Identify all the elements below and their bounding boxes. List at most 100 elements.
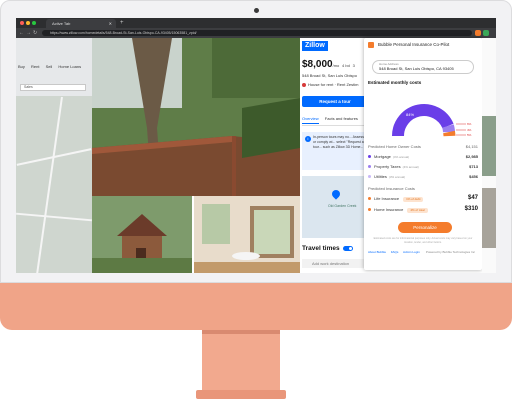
mortgage-amount: $2,985 (465, 154, 478, 159)
stand-shadow (202, 330, 280, 334)
life-label: Life Insurance (374, 196, 400, 201)
nav-sell[interactable]: Sell (46, 64, 53, 69)
travel-times-heading: Travel times (302, 245, 353, 252)
map-place-label: Old Garden Creek (328, 204, 357, 208)
life-amount: $47 (467, 195, 478, 201)
home-address-field[interactable]: Home Address 548 Broad St, San Luis Obis… (372, 60, 474, 74)
utilities-row: Utilities (3% annual) $456 (368, 174, 478, 181)
profile-avatar-icon[interactable] (483, 30, 489, 36)
house-photo-art (92, 196, 192, 273)
back-icon[interactable]: ← (19, 29, 24, 37)
popup-header: Bubble Personal Insurance Co-Pilot (368, 42, 449, 48)
cost-donut-chart: 84% 6% 4% 5% (392, 104, 472, 137)
home-amount: $310 (464, 206, 478, 212)
bubble-logo-icon (368, 42, 374, 48)
mortgage-bullet-icon (368, 155, 371, 159)
beds-count: 4 bd (342, 63, 350, 68)
url-input[interactable]: https://www.zillow.com/homedetails/548-B… (42, 30, 472, 36)
travel-times-toggle[interactable] (342, 245, 353, 251)
personalize-button[interactable]: Personalize (398, 222, 452, 233)
map-road (16, 212, 92, 222)
bubble-extension-icon[interactable] (475, 30, 481, 36)
address-bar-row: ← → ↻ https://www.zillow.com/homedetails… (16, 28, 496, 38)
status-text: House for rent (308, 82, 334, 87)
footer-link-faqs[interactable]: FAQs (391, 250, 399, 254)
new-tab-button[interactable]: + (120, 18, 124, 28)
minimize-window-icon[interactable] (26, 21, 30, 25)
zillow-left-nav: Buy Rent Sell Home Loans Sales (16, 38, 92, 273)
footer-link-admin[interactable]: Admin Login (403, 250, 420, 254)
donut-segment-taxes (442, 124, 455, 133)
powered-by-text: Powered by Bubble Technologies Inc (425, 250, 475, 254)
donut-segment-insurance (443, 130, 456, 137)
baths-count: 3 (352, 63, 355, 68)
tax-label: Property Taxes (374, 164, 401, 169)
price-suffix: /mo (332, 63, 340, 68)
location-map[interactable]: Old Garden Creek (302, 176, 372, 238)
predicted-insurance-heading: Predicted Insurance Costs (368, 186, 415, 191)
tab-active[interactable]: Active Tab ✕ (46, 19, 116, 28)
monitor-chin (0, 283, 512, 330)
browser-screen: Active Tab ✕ + ← → ↻ https://www.zillow.… (16, 18, 496, 273)
listing-photo-interior[interactable] (194, 196, 300, 273)
home-label: Home Insurance (374, 207, 404, 212)
tab-close-icon[interactable]: ✕ (109, 19, 112, 28)
donut-label-b: 4% (467, 128, 472, 132)
tab-overview[interactable]: Overview (302, 116, 319, 124)
tax-sub: (4% annual) (402, 165, 419, 169)
popup-footer: About Bubble FAQs Admin Login Powered by… (364, 250, 482, 256)
search-input[interactable]: Sales (20, 84, 86, 91)
price-value: $8,000 (302, 59, 333, 70)
mortgage-row: Mortgage (4% annual) $2,985 (368, 154, 478, 161)
home-pill[interactable]: 4% of total (407, 208, 428, 213)
zestimate-text: Rent Zestim (336, 82, 359, 87)
life-bullet-icon (368, 197, 371, 201)
result-thumbnail[interactable] (482, 188, 496, 248)
dining-photo-art (194, 196, 300, 273)
tab-facts-features[interactable]: Facts and features (325, 116, 358, 121)
mortgage-sub: (4% annual) (392, 155, 410, 159)
donut-label-a: 6% (467, 122, 472, 126)
nav-rent[interactable]: Rent (31, 64, 39, 69)
info-icon: i (305, 136, 311, 142)
nav-links: Buy Rent Sell Home Loans (18, 64, 86, 69)
deck-photo-art (92, 38, 300, 196)
disclaimer-text: Estimated costs are for informational pu… (373, 237, 473, 244)
tab-bar: Active Tab ✕ + (16, 18, 496, 28)
life-insurance-row: Life Insurance 1% of debt $47 (368, 195, 478, 203)
address-field-value: 548 Broad St, San Luis Obispo, CA 93405 (379, 66, 454, 71)
request-tour-button[interactable]: Request a tour (302, 96, 368, 107)
status-dot-icon (302, 82, 306, 87)
property-tax-row: Property Taxes (4% annual) $713 (368, 164, 478, 171)
monitor-stand (202, 330, 280, 392)
footer-link-about[interactable]: About Bubble (368, 250, 386, 254)
close-window-icon[interactable] (20, 21, 24, 25)
utilities-label: Utilities (374, 174, 387, 179)
donut-label-main: 84% (406, 112, 414, 117)
utilities-bullet-icon (368, 175, 371, 179)
maximize-window-icon[interactable] (32, 21, 36, 25)
travel-times-label: Travel times (302, 245, 340, 252)
tax-bullet-icon (368, 165, 371, 169)
popup-title: Bubble Personal Insurance Co-Pilot (378, 42, 450, 48)
forward-icon[interactable]: → (26, 29, 31, 37)
predicted-home-row: Predicted Home Owner Costs $4,151 (368, 144, 478, 151)
listing-photo-main[interactable] (92, 38, 300, 196)
utilities-amount: $456 (469, 174, 478, 179)
imac-mockup: Active Tab ✕ + ← → ↻ https://www.zillow.… (0, 0, 512, 399)
destination-input[interactable]: Add work destination (302, 259, 372, 268)
home-bullet-icon (368, 208, 371, 212)
reload-icon[interactable]: ↻ (33, 29, 37, 37)
search-map[interactable] (16, 96, 92, 273)
result-thumbnail[interactable] (482, 116, 496, 176)
listing-address: 548 Broad St, San Luis Obispo (302, 73, 357, 78)
nav-home-loans[interactable]: Home Loans (58, 64, 81, 69)
home-insurance-row: Home Insurance 4% of total $310 (368, 206, 478, 214)
map-road (31, 96, 63, 273)
zillow-logo[interactable]: Zillow (302, 41, 328, 51)
rent-price: $8,000/mo 4 bd 3 (302, 59, 355, 70)
life-pill[interactable]: 1% of debt (403, 197, 424, 202)
utilities-sub: (3% annual) (388, 175, 406, 179)
nav-buy[interactable]: Buy (18, 64, 25, 69)
listing-photo-exterior[interactable] (92, 196, 192, 273)
